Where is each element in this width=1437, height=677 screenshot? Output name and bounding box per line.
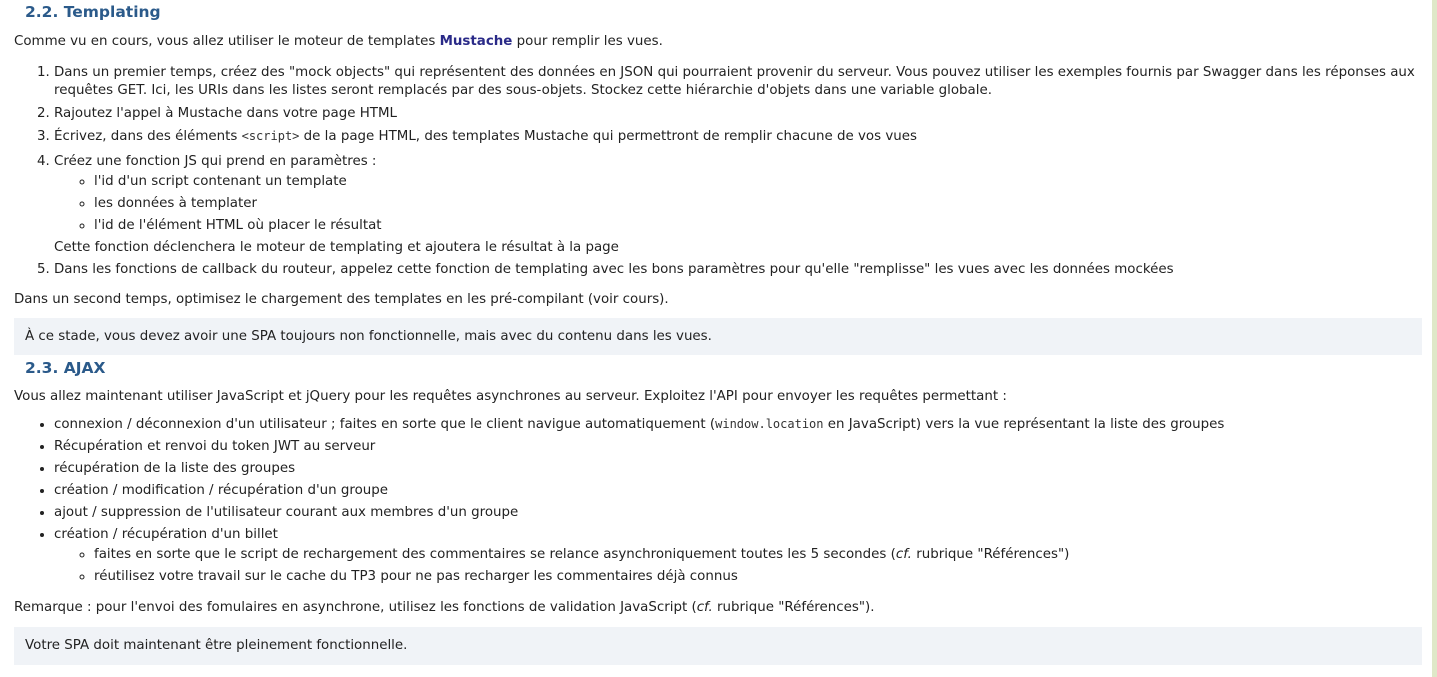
list-item: l'id de l'élément HTML où placer le résu… [94,215,1422,237]
step-3: Écrivez, dans des éléments <script> de l… [54,125,1422,148]
ajax-remark: Remarque : pour l'envoi des fomulaires e… [14,600,875,615]
intro-text-end: pour remplir les vues. [512,34,663,49]
mustache-link[interactable]: Mustache [440,34,513,49]
list-item: Récupération et renvoi du token JWT au s… [54,436,1422,458]
ajax-intro: Vous allez maintenant utiliser JavaScrip… [14,389,1007,404]
list-item: faites en sorte que le script de recharg… [94,544,1422,566]
list-item: réutilisez votre travail sur le cache du… [94,566,1422,588]
templating-steps: Dans un premier temps, créez des "mock o… [14,64,1422,281]
list-item: création / modification / récupération d… [54,480,1422,502]
list-item: l'id d'un script contenant un template [94,171,1422,193]
section-title-ajax: 2.3. AJAX [25,359,106,377]
step-4: Créez une fonction JS qui prend en param… [54,151,1422,259]
step-4-after: Cette fonction déclenchera le moteur de … [54,240,619,255]
list-item: connexion / déconnexion d'un utilisateur… [54,413,1422,436]
step-1: Dans un premier temps, créez des "mock o… [54,64,1422,100]
templating-intro: Comme vu en cours, vous allez utiliser l… [14,24,1422,60]
ajax-requests: connexion / déconnexion d'un utilisateur… [14,413,1422,588]
list-item: ajout / suppression de l'utilisateur cou… [54,502,1422,524]
step-2: Rajoutez l'appel à Mustache dans votre p… [54,103,1422,125]
script-code: <script> [241,129,300,143]
billet-sublist: faites en sorte que le script de recharg… [54,544,1422,588]
list-item: récupération de la liste des groupes [54,458,1422,480]
intro-text: Comme vu en cours, vous allez utiliser l… [14,34,440,49]
step-5: Dans les fonctions de callback du routeu… [54,259,1422,281]
step-4-sublist: l'id d'un script contenant un template l… [54,171,1422,237]
templating-outro: Dans un second temps, optimisez le charg… [14,292,669,307]
list-item: les données à templater [94,193,1422,215]
ajax-note: Votre SPA doit maintenant être pleinemen… [14,627,1422,665]
templating-note: À ce stade, vous devez avoir une SPA tou… [14,318,1422,355]
section-title-templating: 2.2. Templating [25,3,161,21]
list-item: création / récupération d'un billet fait… [54,524,1422,588]
content: 2.2. Templating Comme vu en cours, vous … [14,0,1422,665]
window-location-code: window.location [715,417,824,431]
page: 2.2. Templating Comme vu en cours, vous … [0,0,1437,677]
